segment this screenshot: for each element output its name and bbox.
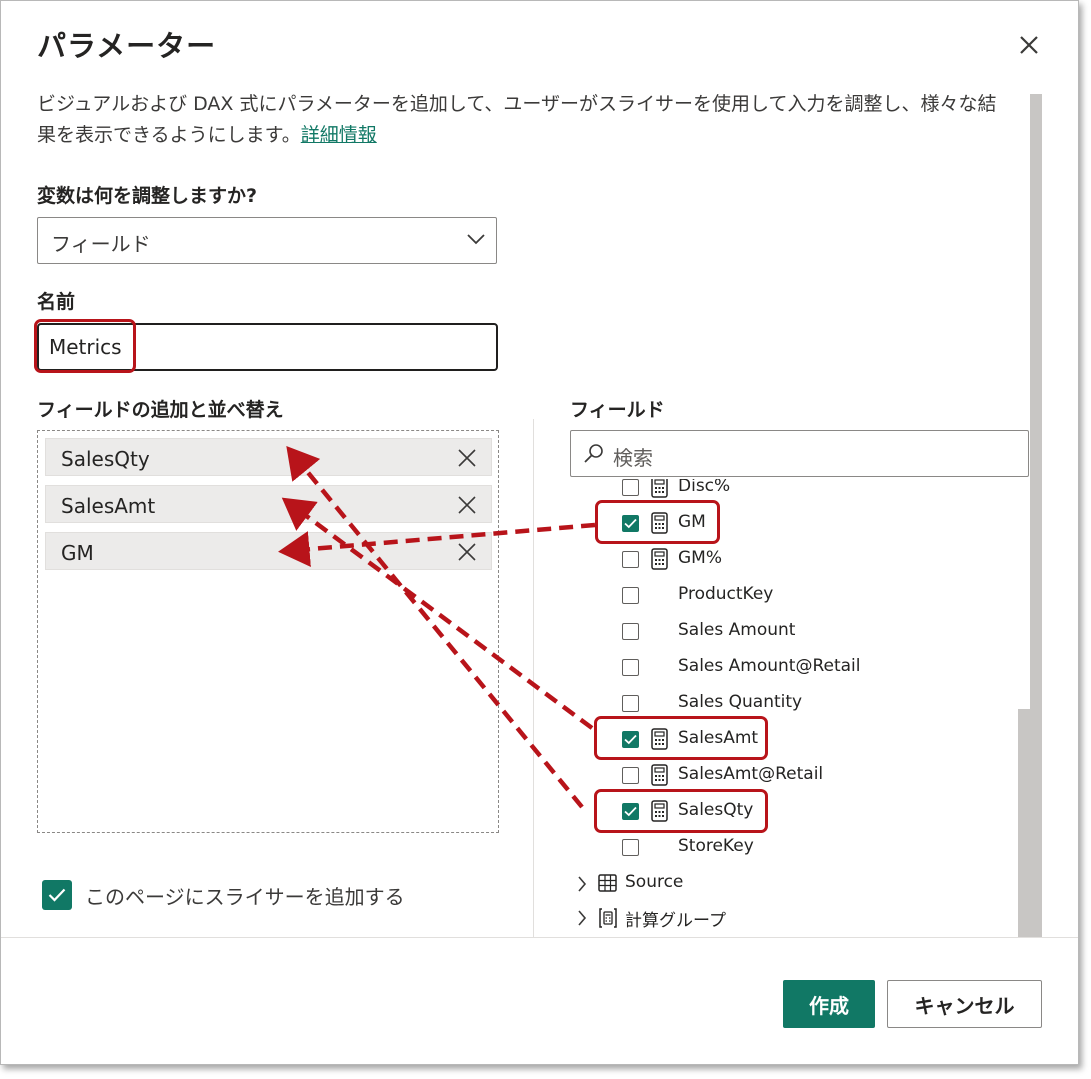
field-checkbox[interactable] <box>622 479 639 496</box>
remove-icon[interactable] <box>457 448 477 468</box>
close-icon[interactable] <box>1015 31 1043 59</box>
well-item[interactable]: SalesAmt <box>45 485 492 523</box>
field-item-label: Sales Amount@Retail <box>678 656 861 676</box>
fields-label: フィールド <box>570 399 665 421</box>
table-node-calculation-group[interactable]: 計算グループ <box>561 903 1011 933</box>
create-button[interactable]: 作成 <box>783 980 875 1028</box>
well-item-label: SalesQty <box>61 447 150 471</box>
field-item[interactable]: ProductKey <box>561 581 1011 611</box>
field-checkbox[interactable] <box>622 551 639 568</box>
dialog-description: ビジュアルおよび DAX 式にパラメーターを追加して、ユーザーがスライサーを使用… <box>37 89 1012 151</box>
well-item[interactable]: GM <box>45 532 492 570</box>
variable-dropdown[interactable]: フィールド <box>37 217 497 264</box>
variable-label: 変数は何を調整しますか? <box>37 185 258 207</box>
calculator-icon <box>651 764 668 786</box>
field-item-label: SalesAmt@Retail <box>678 764 824 784</box>
field-item[interactable]: Sales Amount <box>561 617 1011 647</box>
calculator-icon <box>651 728 668 750</box>
checkmark-icon <box>624 734 637 745</box>
table-node-label: Source <box>625 872 684 892</box>
variable-dropdown-value: フィールド <box>51 232 151 256</box>
dialog-title: パラメーター <box>37 29 217 63</box>
checkmark-icon <box>48 888 66 902</box>
chevron-right-icon[interactable] <box>577 876 587 892</box>
description-text: ビジュアルおよび DAX 式にパラメーターを追加して、ユーザーがスライサーを使用… <box>37 93 997 146</box>
add-slicer-label: このページにスライサーを追加する <box>85 885 405 909</box>
checkmark-icon <box>624 806 637 817</box>
remove-icon[interactable] <box>457 542 477 562</box>
checkmark-icon <box>624 518 637 529</box>
field-search[interactable]: 検索 <box>570 430 1029 477</box>
chevron-down-icon <box>467 234 485 245</box>
field-list: Disc% GM GM% ProductKey Sales Amount Sal… <box>561 479 1019 937</box>
field-checkbox[interactable] <box>622 659 639 676</box>
field-checkbox[interactable] <box>622 767 639 784</box>
field-checkbox[interactable] <box>622 839 639 856</box>
field-item[interactable]: StoreKey <box>561 833 1011 863</box>
field-item[interactable]: Sales Quantity <box>561 689 1011 719</box>
calculator-icon <box>651 548 668 570</box>
calculator-icon <box>651 512 668 534</box>
field-item[interactable]: GM% <box>561 545 1011 575</box>
footer-divider <box>1 937 1078 938</box>
field-checkbox[interactable] <box>622 587 639 604</box>
field-item-label: Sales Amount <box>678 620 796 640</box>
well-item-label: GM <box>61 541 94 565</box>
field-checkbox[interactable] <box>622 515 639 532</box>
field-checkbox[interactable] <box>622 803 639 820</box>
field-item[interactable]: SalesQty <box>561 797 1011 827</box>
field-item-label: Disc% <box>678 479 731 496</box>
calculation-group-icon <box>599 908 617 928</box>
add-slicer-checkbox[interactable] <box>42 880 72 910</box>
field-checkbox[interactable] <box>622 695 639 712</box>
calculator-icon <box>651 479 668 498</box>
field-checkbox[interactable] <box>622 731 639 748</box>
field-checkbox[interactable] <box>622 623 639 640</box>
table-node-label: 計算グループ <box>625 911 726 931</box>
field-item[interactable]: Sales Amount@Retail <box>561 653 1011 683</box>
field-item-label: ProductKey <box>678 584 774 604</box>
remove-icon[interactable] <box>457 495 477 515</box>
well-item[interactable]: SalesQty <box>45 438 492 476</box>
name-label: 名前 <box>37 291 76 313</box>
parameter-dialog: パラメーター ビジュアルおよび DAX 式にパラメーターを追加して、ユーザーがス… <box>0 0 1079 1065</box>
field-item[interactable]: Disc% <box>561 479 1011 503</box>
table-icon <box>598 874 617 892</box>
field-item-label: SalesAmt <box>678 728 759 748</box>
calculator-icon <box>651 800 668 822</box>
field-well[interactable]: SalesQty SalesAmt GM <box>37 430 499 833</box>
chevron-right-icon[interactable] <box>577 910 587 926</box>
field-item[interactable]: GM <box>561 509 1011 539</box>
well-item-label: SalesAmt <box>61 494 156 518</box>
field-item-label: StoreKey <box>678 836 754 856</box>
field-item[interactable]: SalesAmt <box>561 725 1011 755</box>
field-item-label: GM% <box>678 548 722 568</box>
well-label: フィールドの追加と並べ替え <box>37 399 284 421</box>
field-item[interactable]: SalesAmt@Retail <box>561 761 1011 791</box>
field-item-label: GM <box>678 512 706 532</box>
table-node-source[interactable]: Source <box>561 869 1011 899</box>
panel-divider <box>533 419 534 937</box>
search-placeholder: 検索 <box>613 446 653 470</box>
search-icon <box>584 444 603 463</box>
name-input[interactable] <box>37 323 498 371</box>
field-item-label: Sales Quantity <box>678 692 803 712</box>
scrollbar-thumb[interactable] <box>1018 709 1042 937</box>
learn-more-link[interactable]: 詳細情報 <box>301 124 377 146</box>
cancel-button[interactable]: キャンセル <box>887 980 1042 1028</box>
field-item-label: SalesQty <box>678 800 754 820</box>
